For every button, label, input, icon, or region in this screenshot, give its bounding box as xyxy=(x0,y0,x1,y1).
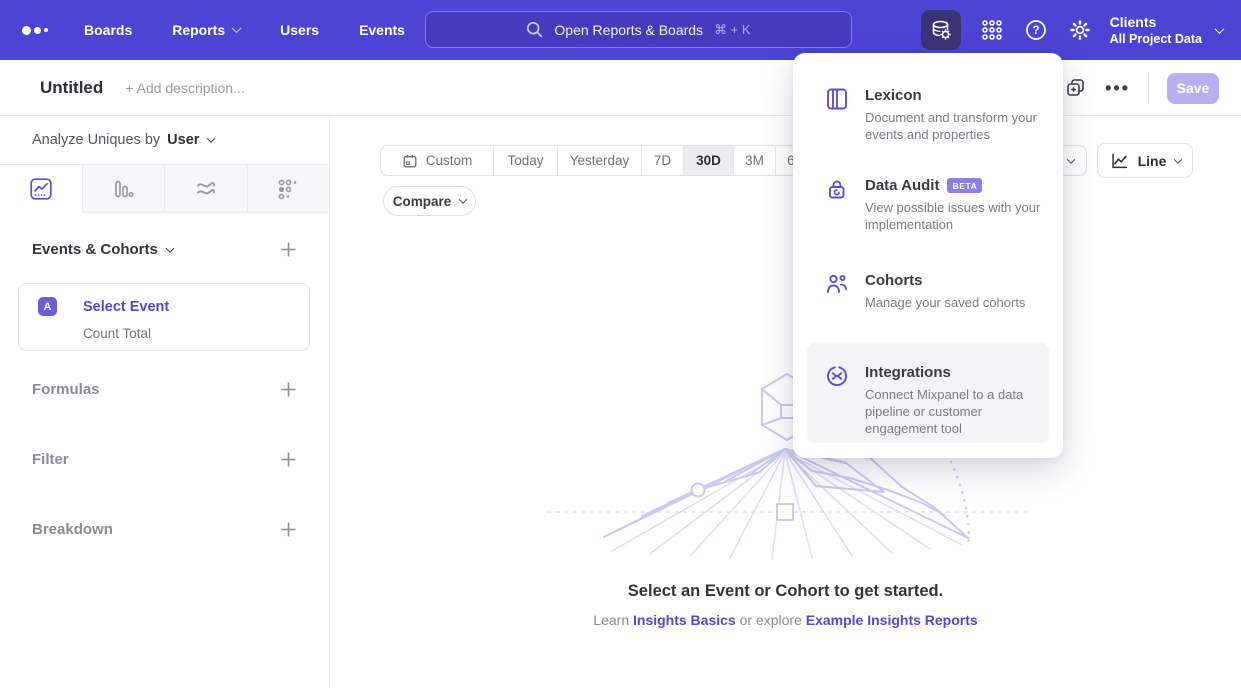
search-placeholder: Open Reports & Boards xyxy=(554,22,703,38)
add-formula-button[interactable] xyxy=(280,381,297,398)
line-chart-icon xyxy=(1109,151,1129,171)
menu-item-data-audit[interactable]: Data Audit BETA View possible issues wit… xyxy=(793,177,1063,234)
date-range-custom[interactable]: Custom xyxy=(381,146,493,175)
tab-flow[interactable] xyxy=(164,165,247,212)
help-button[interactable]: ? xyxy=(1014,8,1058,52)
org-name: Clients xyxy=(1110,14,1202,30)
chevron-down-icon[interactable] xyxy=(166,244,174,252)
add-event-button[interactable] xyxy=(280,241,297,258)
plus-icon xyxy=(280,381,297,398)
report-title[interactable]: Untitled xyxy=(40,78,103,98)
duplicate-icon xyxy=(1065,77,1087,99)
mixpanel-insights-page: Boards Reports Users Events Open Reports… xyxy=(0,0,1241,688)
main-content: Custom Today Yesterday 7D 30D 3M 6M Comp… xyxy=(330,116,1241,688)
nav-boards[interactable]: Boards xyxy=(84,22,132,38)
date-range-today[interactable]: Today xyxy=(493,146,557,175)
line-chart-tab-icon xyxy=(30,178,52,200)
retention-dots-tab-icon xyxy=(277,178,299,200)
analyze-uniques-row[interactable]: Analyze Uniques by User xyxy=(0,116,329,165)
grid-icon xyxy=(980,18,1004,42)
count-total-label[interactable]: Count Total xyxy=(83,326,151,341)
date-range-7d[interactable]: 7D xyxy=(641,146,683,175)
tab-bar-chart[interactable] xyxy=(82,165,165,212)
event-row-a[interactable]: A Select Event Count Total xyxy=(18,283,310,351)
search-bar[interactable]: Open Reports & Boards ⌘ + K xyxy=(425,11,852,48)
project-name: All Project Data xyxy=(1110,32,1202,46)
breakdown-section: Breakdown xyxy=(32,521,297,538)
divider xyxy=(1148,74,1149,102)
menu-item-cohorts[interactable]: Cohorts Manage your saved cohorts xyxy=(793,272,1063,312)
flow-tab-icon xyxy=(195,178,217,200)
question-mark-icon: ? xyxy=(1024,18,1048,42)
chevron-down-icon xyxy=(1067,155,1075,163)
add-filter-button[interactable] xyxy=(280,451,297,468)
integrations-sync-icon xyxy=(825,364,849,388)
cohorts-people-icon xyxy=(825,272,849,296)
apps-grid-button[interactable] xyxy=(970,8,1014,52)
chevron-down-icon xyxy=(1215,24,1225,34)
empty-state-links: Learn Insights Basics or explore Example… xyxy=(330,612,1241,628)
calendar-icon xyxy=(402,153,418,169)
event-letter-badge: A xyxy=(38,297,57,316)
plus-icon xyxy=(280,241,297,258)
add-breakdown-button[interactable] xyxy=(280,521,297,538)
duplicate-button[interactable] xyxy=(1065,77,1087,99)
nav-events[interactable]: Events xyxy=(359,22,405,38)
plus-icon xyxy=(280,451,297,468)
chart-type-tabs xyxy=(0,165,329,213)
nav-reports[interactable]: Reports xyxy=(172,22,240,38)
topbar-icons: ? Clients All Project Data xyxy=(921,0,1241,60)
chart-type-selector[interactable]: Line xyxy=(1097,143,1193,178)
chevron-down-icon xyxy=(232,23,242,33)
chevron-down-icon xyxy=(1174,155,1182,163)
query-builder-sidebar: Analyze Uniques by User xyxy=(0,116,330,688)
date-range-30d-selected[interactable]: 30D xyxy=(683,146,733,175)
mixpanel-logo-icon[interactable] xyxy=(22,26,56,35)
date-range-yesterday[interactable]: Yesterday xyxy=(557,146,641,175)
compare-button[interactable]: Compare xyxy=(383,186,476,216)
beta-badge: BETA xyxy=(947,178,982,193)
tab-retention[interactable] xyxy=(247,165,330,212)
tab-insights-line[interactable] xyxy=(0,165,82,213)
gear-icon xyxy=(1068,18,1092,42)
plus-icon xyxy=(280,521,297,538)
lexicon-book-icon xyxy=(825,87,849,111)
top-navigation-bar: Boards Reports Users Events Open Reports… xyxy=(0,0,1241,60)
insights-basics-link[interactable]: Insights Basics xyxy=(633,612,736,628)
filter-section: Filter xyxy=(32,451,297,468)
data-audit-lock-icon xyxy=(825,177,849,201)
database-gear-icon xyxy=(929,18,953,42)
save-button[interactable]: Save xyxy=(1167,73,1219,104)
project-switcher[interactable]: Clients All Project Data xyxy=(1110,14,1223,46)
svg-text:?: ? xyxy=(1032,25,1039,37)
search-icon xyxy=(526,21,543,38)
analyze-value: User xyxy=(167,132,199,148)
add-description-field[interactable]: + Add description... xyxy=(125,80,244,96)
chevron-down-icon xyxy=(207,134,215,142)
search-shortcut: ⌘ + K xyxy=(714,22,751,38)
events-cohorts-header: Events & Cohorts xyxy=(32,241,297,258)
empty-state-title: Select an Event or Cohort to get started… xyxy=(330,582,1241,601)
bar-chart-tab-icon xyxy=(112,178,134,200)
nav-users[interactable]: Users xyxy=(280,22,319,38)
data-management-dropdown: Lexicon Document and transform your even… xyxy=(793,53,1063,458)
menu-item-lexicon[interactable]: Lexicon Document and transform your even… xyxy=(793,87,1063,144)
data-management-button[interactable] xyxy=(921,10,961,50)
menu-item-integrations[interactable]: Integrations Connect Mixpanel to a data … xyxy=(807,343,1049,443)
formulas-section: Formulas xyxy=(32,381,297,398)
chevron-down-icon xyxy=(459,195,467,203)
select-event-label[interactable]: Select Event xyxy=(83,299,169,315)
example-insights-reports-link[interactable]: Example Insights Reports xyxy=(806,612,978,628)
more-options-button[interactable]: ••• xyxy=(1105,83,1130,93)
settings-button[interactable] xyxy=(1058,8,1102,52)
date-range-3m[interactable]: 3M xyxy=(733,146,775,175)
main-nav: Boards Reports Users Events xyxy=(84,22,405,38)
